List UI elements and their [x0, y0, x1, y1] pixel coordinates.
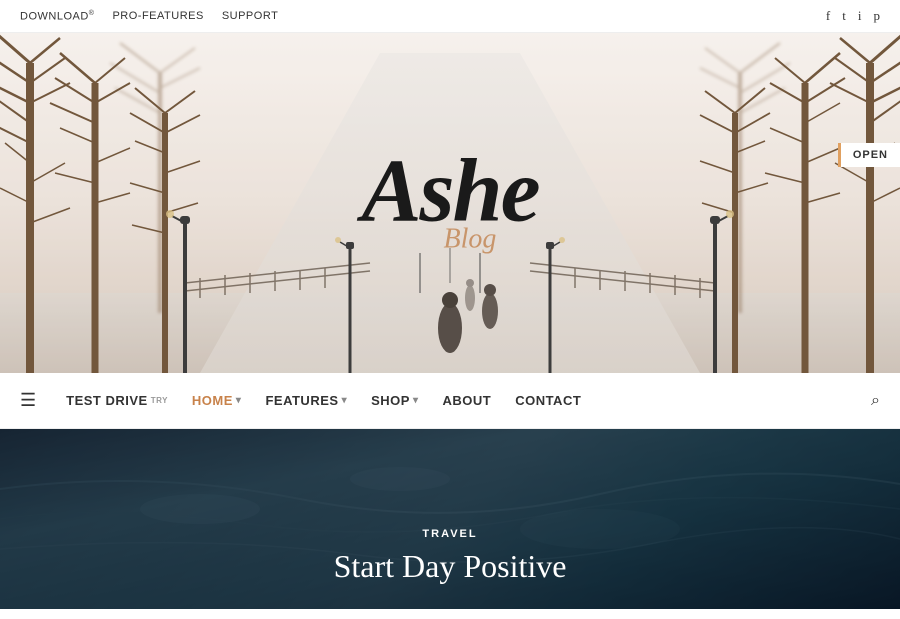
instagram-icon[interactable]: i	[858, 8, 862, 24]
nav-item-features[interactable]: FEATURES ▾	[255, 387, 357, 414]
chevron-down-icon: ▾	[236, 395, 242, 406]
top-bar-links: DOWNLOAD® PRO-FEATURES SUPPORT	[20, 10, 278, 23]
hero-background: Ashe Blog OPEN	[0, 33, 900, 373]
nav-label-test-drive: TEST DRIVE	[66, 393, 148, 408]
article-title[interactable]: Start Day Positive	[0, 548, 900, 585]
search-icon[interactable]: ⌕	[871, 392, 880, 410]
nav-label-shop: SHOP	[371, 393, 410, 408]
nav-item-about[interactable]: ABOUT	[432, 387, 501, 414]
article-content: TRAVEL Start Day Positive	[0, 528, 900, 585]
nav-label-home: HOME	[192, 393, 233, 408]
nav-sup-test-drive: TRY	[151, 396, 168, 405]
social-links: f t i p	[826, 8, 880, 24]
chevron-down-icon-features: ▾	[342, 395, 348, 406]
nav-item-shop[interactable]: SHOP ▾	[361, 387, 428, 414]
navigation: ☰ TEST DRIVETRY HOME ▾ FEATURES ▾ SHOP ▾…	[0, 373, 900, 429]
pinterest-icon[interactable]: p	[874, 8, 881, 24]
hero-logo: Ashe Blog	[361, 151, 538, 256]
nav-links: TEST DRIVETRY HOME ▾ FEATURES ▾ SHOP ▾ A…	[56, 387, 591, 414]
open-badge[interactable]: OPEN	[838, 143, 900, 167]
top-bar: DOWNLOAD® PRO-FEATURES SUPPORT f t i p	[0, 0, 900, 33]
hero-section: Ashe Blog OPEN	[0, 33, 900, 373]
hamburger-icon[interactable]: ☰	[20, 390, 36, 411]
facebook-icon[interactable]: f	[826, 8, 830, 24]
article-category: TRAVEL	[0, 528, 900, 540]
nav-item-home[interactable]: HOME ▾	[182, 387, 252, 414]
nav-label-about: ABOUT	[442, 393, 491, 408]
twitter-icon[interactable]: t	[842, 8, 846, 24]
nav-item-contact[interactable]: CONTACT	[505, 387, 591, 414]
download-link[interactable]: DOWNLOAD®	[20, 10, 94, 23]
nav-label-features: FEATURES	[265, 393, 338, 408]
nav-label-contact: CONTACT	[515, 393, 581, 408]
chevron-down-icon-shop: ▾	[413, 395, 419, 406]
nav-left: ☰ TEST DRIVETRY HOME ▾ FEATURES ▾ SHOP ▾…	[20, 387, 591, 414]
support-link[interactable]: SUPPORT	[222, 10, 278, 23]
nav-item-test-drive[interactable]: TEST DRIVETRY	[56, 387, 178, 414]
article-section: TRAVEL Start Day Positive	[0, 429, 900, 609]
site-title: Ashe	[361, 151, 538, 232]
pro-features-link[interactable]: PRO-FEATURES	[112, 10, 203, 23]
